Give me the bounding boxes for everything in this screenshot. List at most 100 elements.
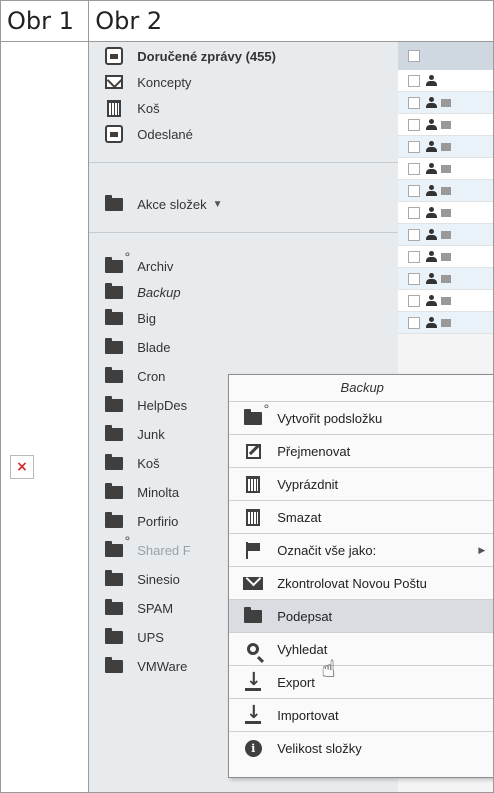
folder-item[interactable]: Backup: [103, 280, 181, 304]
menu-item-export[interactable]: Export: [229, 666, 493, 698]
chevron-right-icon: ▶: [478, 544, 486, 555]
row-checkbox[interactable]: [408, 140, 421, 153]
folder-trash[interactable]: Koš: [103, 96, 160, 120]
message-row[interactable]: [398, 92, 493, 114]
person-icon: [426, 206, 438, 219]
flag-icon: [241, 540, 265, 560]
inbox-icon: [103, 46, 125, 66]
person-icon: [426, 294, 438, 307]
menu-item-label: Podepsat: [277, 608, 333, 624]
menu-item-empty[interactable]: Vyprázdnit: [229, 468, 493, 500]
row-checkbox[interactable]: [408, 184, 421, 197]
row-checkbox[interactable]: [408, 272, 421, 285]
folder-actions-button[interactable]: Akce složek ▼: [103, 192, 223, 216]
envelope-icon: [441, 142, 452, 151]
folder-item[interactable]: Archiv: [103, 249, 174, 278]
context-menu-title: Backup: [229, 375, 493, 402]
folder-plus-icon: [103, 249, 130, 276]
message-row[interactable]: [398, 224, 493, 246]
folder-item[interactable]: Sinesio: [103, 567, 180, 591]
folder-item[interactable]: HelpDes: [103, 393, 187, 417]
message-row[interactable]: [398, 268, 493, 290]
folder-item[interactable]: UPS: [103, 625, 164, 649]
menu-item-check-new-mail[interactable]: Zkontrolovat Novou Poštu: [229, 567, 493, 599]
folder-item[interactable]: Shared F: [103, 533, 191, 562]
menu-item-rename[interactable]: Přejmenovat: [229, 435, 493, 467]
folder-item[interactable]: Porfirio: [103, 509, 178, 533]
message-row[interactable]: [398, 312, 493, 334]
header-cell-1: Obr 1: [0, 0, 90, 42]
message-row[interactable]: [398, 202, 493, 224]
folder-item[interactable]: VMWare: [103, 654, 187, 678]
folder-item[interactable]: Koš: [103, 451, 160, 475]
message-row[interactable]: [398, 246, 493, 268]
folder-sent[interactable]: Odeslané: [103, 122, 193, 146]
rename-icon: [241, 441, 265, 461]
menu-item-search[interactable]: Vyhledat: [229, 633, 493, 665]
menu-item-label: Vyhledat: [277, 641, 328, 657]
row-checkbox[interactable]: [408, 250, 421, 263]
message-row[interactable]: [398, 180, 493, 202]
folder-label: Koš: [137, 100, 160, 116]
person-icon: [426, 272, 438, 285]
header-cell-2: Obr 2: [88, 0, 494, 42]
menu-item-label: Velikost složky: [277, 740, 362, 756]
folder-inbox[interactable]: Doručené zprávy (455): [103, 44, 276, 68]
message-row[interactable]: [398, 290, 493, 312]
row-checkbox[interactable]: [408, 162, 421, 175]
person-icon: [426, 250, 438, 263]
menu-item-import[interactable]: Importovat: [229, 699, 493, 731]
folder-icon: [103, 395, 125, 415]
folder-label: Koš: [137, 455, 160, 471]
row-checkbox[interactable]: [408, 228, 421, 241]
image-cell-2: Doručené zprávy (455) Koncepty Koš Odesl…: [88, 41, 494, 793]
row-checkbox[interactable]: [408, 316, 421, 329]
envelope-icon: [441, 120, 452, 129]
folder-item[interactable]: Minolta: [103, 480, 179, 504]
row-checkbox[interactable]: [408, 96, 421, 109]
folder-label: SPAM: [137, 600, 174, 616]
mail-check-icon: [241, 573, 265, 593]
folder-drafts[interactable]: Koncepty: [103, 70, 191, 94]
select-all-checkbox[interactable]: [408, 50, 421, 62]
folder-label: Porfirio: [137, 513, 179, 529]
delete-icon: [241, 507, 265, 527]
person-icon: [426, 184, 438, 197]
person-icon: [426, 162, 438, 175]
row-checkbox[interactable]: [408, 74, 421, 87]
message-row[interactable]: [398, 114, 493, 136]
folder-label: Archiv: [137, 258, 174, 274]
person-icon: [426, 228, 438, 241]
hand-cursor-icon: ☝: [321, 655, 336, 683]
message-row[interactable]: [398, 136, 493, 158]
envelope-icon: [441, 208, 452, 217]
person-icon: [426, 74, 438, 87]
trash-icon: [103, 98, 125, 118]
menu-item-folder-size[interactable]: i Velikost složky: [229, 732, 493, 764]
menu-item-mark-all[interactable]: Označit vše jako: ▶: [229, 534, 493, 566]
folder-icon: [103, 656, 125, 676]
folder-label: Backup: [137, 284, 181, 300]
message-row[interactable]: [398, 158, 493, 180]
folder-icon: [103, 482, 125, 502]
folder-label: Koncepty: [137, 74, 192, 90]
folder-item[interactable]: Blade: [103, 335, 170, 359]
folder-item[interactable]: Cron: [103, 364, 165, 388]
envelope-icon: [441, 252, 452, 261]
folder-item[interactable]: SPAM: [103, 596, 173, 620]
menu-item-delete[interactable]: Smazat: [229, 501, 493, 533]
folder-item[interactable]: Big: [103, 306, 156, 330]
message-row[interactable]: [398, 70, 493, 92]
menu-item-sign[interactable]: Podepsat: [229, 600, 493, 632]
folder-label: VMWare: [137, 658, 188, 674]
row-checkbox[interactable]: [408, 294, 421, 307]
row-checkbox[interactable]: [408, 118, 421, 131]
folder-label: Shared F: [137, 542, 191, 558]
menu-item-create-subfolder[interactable]: Vytvořit podsložku: [229, 401, 493, 434]
row-checkbox[interactable]: [408, 206, 421, 219]
envelope-icon: [441, 230, 452, 239]
menu-item-label: Smazat: [277, 509, 322, 525]
folder-item[interactable]: Junk: [103, 422, 165, 446]
folder-label: Doručené zprávy (455): [137, 48, 276, 64]
folder-icon: [103, 424, 125, 444]
